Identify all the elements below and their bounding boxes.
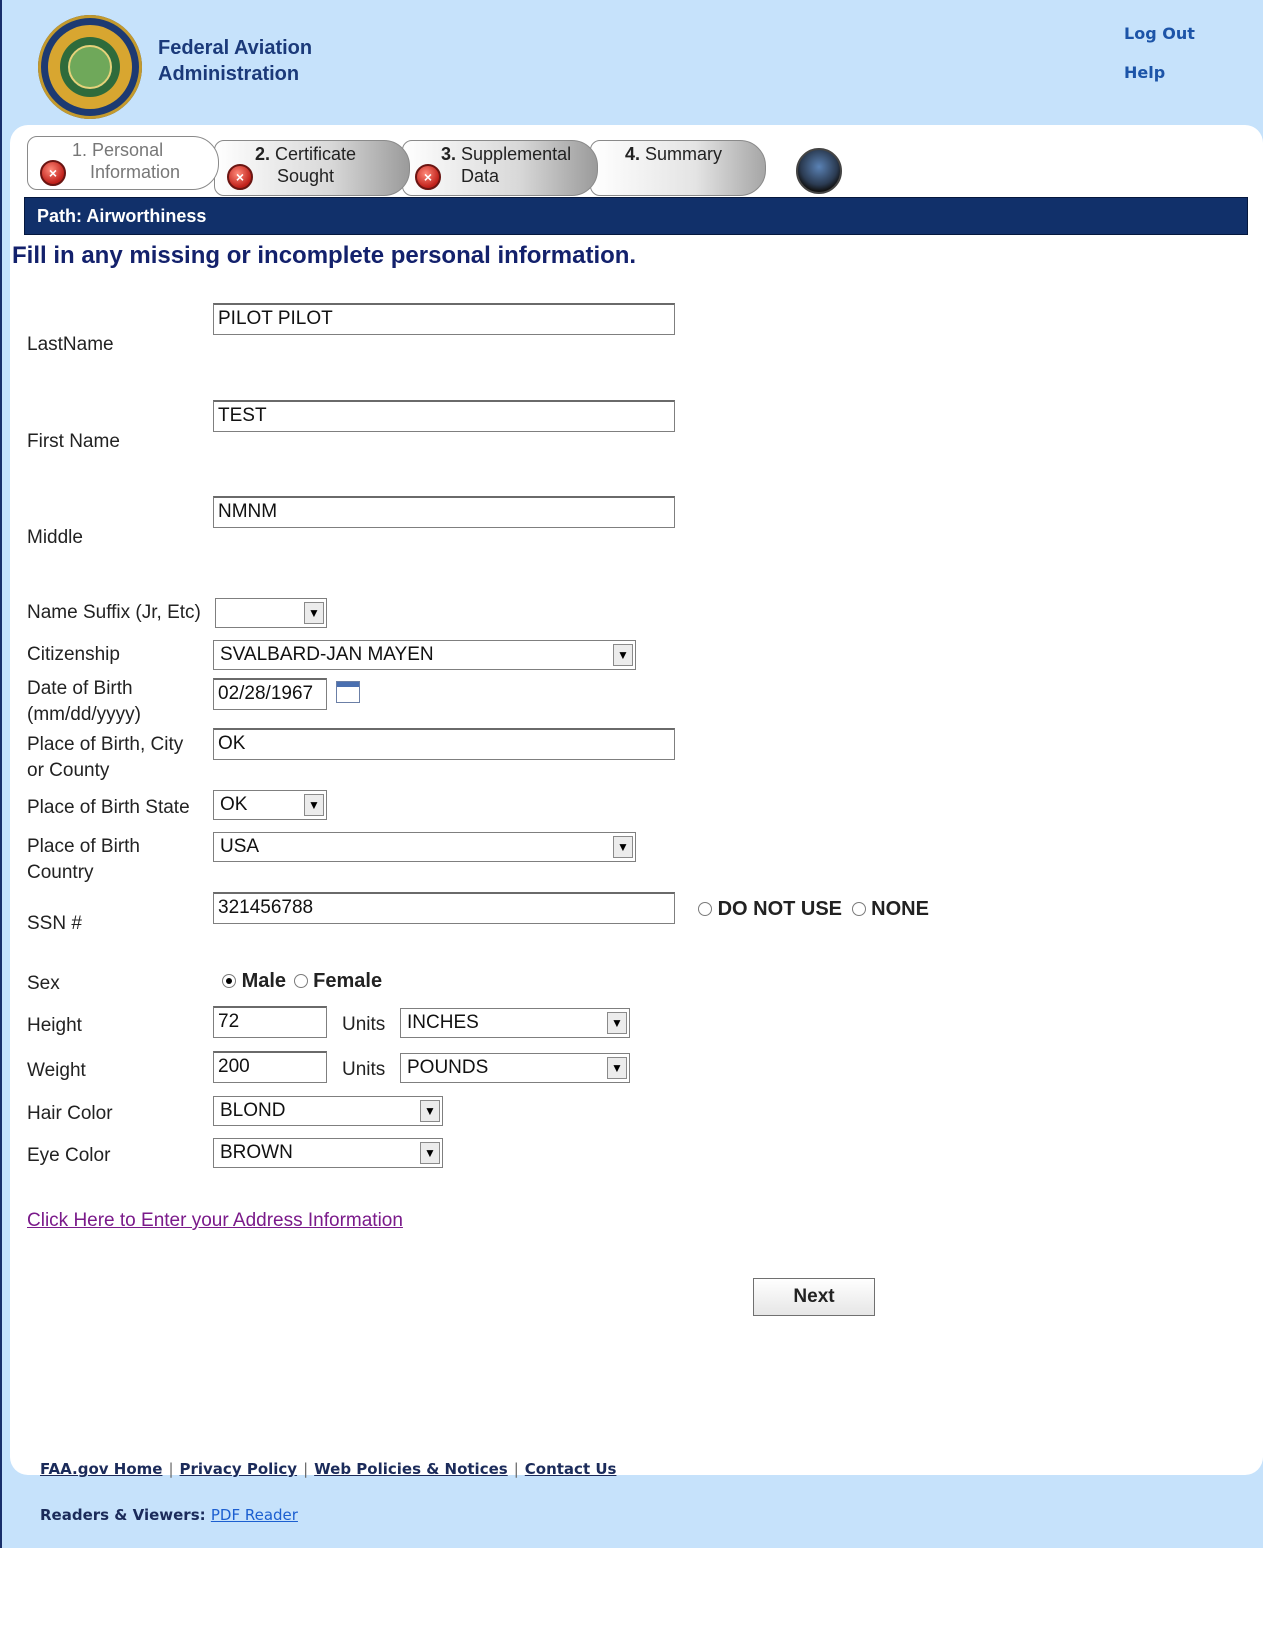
last-name-label: LastName bbox=[27, 334, 114, 355]
sex-options: Male Female bbox=[222, 970, 382, 993]
ssn-do-not-use-radio[interactable] bbox=[698, 902, 712, 916]
chevron-down-icon: ▼ bbox=[607, 1057, 627, 1079]
tab-certificate-sought[interactable]: × 2. Certificate Sought bbox=[214, 140, 410, 196]
hair-color-label: Hair Color bbox=[27, 1103, 113, 1124]
weight-units-select[interactable]: POUNDS ▼ bbox=[400, 1053, 630, 1083]
chevron-down-icon: ▼ bbox=[304, 794, 324, 816]
sex-male-radio[interactable] bbox=[222, 974, 236, 988]
footer-links: FAA.gov Home | Privacy Policy | Web Policies… bbox=[40, 1460, 617, 1478]
first-name-input[interactable]: TEST bbox=[213, 400, 675, 432]
dot-seal-icon bbox=[796, 148, 842, 194]
middle-name-input[interactable]: NMNM bbox=[213, 496, 675, 528]
chevron-down-icon: ▼ bbox=[613, 836, 633, 858]
chevron-down-icon: ▼ bbox=[420, 1100, 440, 1122]
birth-country-label: Place of Birth Country bbox=[27, 836, 140, 883]
sex-label: Sex bbox=[27, 973, 60, 994]
birth-city-label: Place of Birth, City or County bbox=[27, 734, 184, 781]
last-name-input[interactable]: PILOT PILOT bbox=[213, 303, 675, 335]
agency-title: Federal Aviation Administration bbox=[158, 37, 313, 85]
weight-input[interactable]: 200 bbox=[213, 1051, 327, 1083]
ssn-label: SSN # bbox=[27, 913, 82, 934]
calendar-icon[interactable] bbox=[336, 681, 360, 703]
birth-state-select[interactable]: OK ▼ bbox=[213, 790, 327, 820]
height-input[interactable]: 72 bbox=[213, 1006, 327, 1038]
readers-viewers: Readers & Viewers: PDF Reader bbox=[40, 1506, 298, 1524]
tab-summary[interactable]: 4. Summary bbox=[590, 140, 766, 196]
error-icon: × bbox=[415, 164, 441, 190]
chevron-down-icon: ▼ bbox=[304, 602, 324, 624]
page-bottom bbox=[0, 1548, 1263, 1632]
error-icon: × bbox=[227, 164, 253, 190]
help-link[interactable]: Help bbox=[1124, 63, 1165, 82]
ssn-none-radio[interactable] bbox=[851, 902, 866, 916]
ssn-options: DO NOT USE NONE bbox=[698, 898, 929, 921]
weight-label: Weight bbox=[27, 1060, 86, 1081]
tab-supplemental-data[interactable]: × 3. Supplemental Data bbox=[402, 140, 598, 196]
path-bar: Path: Airworthiness bbox=[24, 197, 1248, 235]
pdf-reader-link[interactable]: PDF Reader bbox=[211, 1506, 298, 1524]
height-units-select[interactable]: INCHES ▼ bbox=[400, 1008, 630, 1038]
footer-link-web-policies[interactable]: Web Policies & Notices bbox=[314, 1460, 508, 1478]
error-icon: × bbox=[40, 160, 66, 186]
footer-link-privacy[interactable]: Privacy Policy bbox=[180, 1460, 298, 1478]
eye-color-label: Eye Color bbox=[27, 1145, 111, 1166]
address-info-link[interactable]: Click Here to Enter your Address Informa… bbox=[27, 1210, 403, 1232]
suffix-label: Name Suffix (Jr, Etc) bbox=[27, 602, 201, 623]
footer-link-contact[interactable]: Contact Us bbox=[525, 1460, 617, 1478]
suffix-select[interactable]: ▼ bbox=[215, 598, 327, 628]
tab-personal-information[interactable]: × 1. Personal Information bbox=[27, 136, 219, 190]
middle-name-label: Middle bbox=[27, 527, 83, 548]
page-heading: Fill in any missing or incomplete person… bbox=[12, 242, 637, 269]
height-label: Height bbox=[27, 1015, 82, 1036]
birth-country-select[interactable]: USA ▼ bbox=[213, 832, 636, 862]
next-button[interactable]: Next bbox=[753, 1278, 875, 1316]
ssn-input[interactable]: 321456788 bbox=[213, 892, 675, 924]
sex-female-radio[interactable] bbox=[293, 974, 308, 988]
hair-color-select[interactable]: BLOND ▼ bbox=[213, 1096, 443, 1126]
birth-city-input[interactable]: OK bbox=[213, 728, 675, 760]
first-name-label: First Name bbox=[27, 431, 120, 452]
chevron-down-icon: ▼ bbox=[607, 1012, 627, 1034]
footer-link-faa-home[interactable]: FAA.gov Home bbox=[40, 1460, 162, 1478]
chevron-down-icon: ▼ bbox=[613, 644, 633, 666]
citizenship-select[interactable]: SVALBARD-JAN MAYEN ▼ bbox=[213, 640, 636, 670]
dob-label: Date of Birth (mm/dd/yyyy) bbox=[27, 678, 141, 725]
citizenship-label: Citizenship bbox=[27, 644, 120, 665]
left-border bbox=[0, 0, 2, 1632]
dob-input[interactable]: 02/28/1967 bbox=[213, 678, 327, 710]
chevron-down-icon: ▼ bbox=[420, 1142, 440, 1164]
height-units-label: Units bbox=[342, 1014, 386, 1035]
faa-seal-icon bbox=[38, 15, 142, 119]
logout-link[interactable]: Log Out bbox=[1124, 24, 1195, 43]
weight-units-label: Units bbox=[342, 1059, 386, 1080]
eye-color-select[interactable]: BROWN ▼ bbox=[213, 1138, 443, 1168]
birth-state-label: Place of Birth State bbox=[27, 797, 190, 818]
